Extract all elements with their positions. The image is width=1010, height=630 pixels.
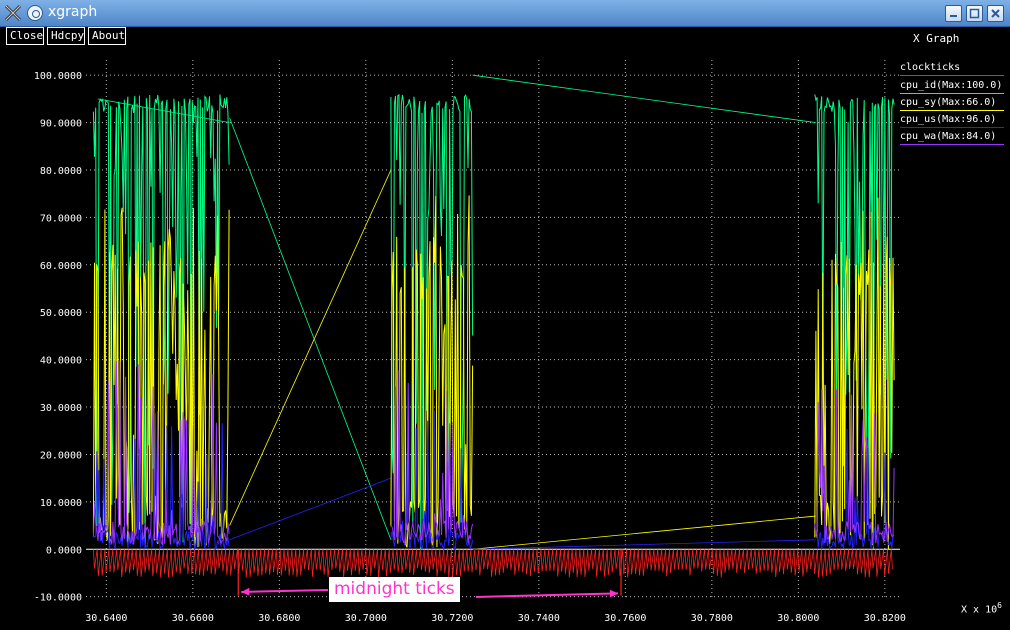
legend-label: cpu_wa(Max:84.0) xyxy=(900,131,997,142)
x-tick-label: 30.7600 xyxy=(604,613,646,624)
graph-title: X Graph xyxy=(913,32,960,45)
x-tick-label: 30.6600 xyxy=(172,613,214,624)
y-tick-label: 80.0000 xyxy=(40,166,82,177)
legend-label: cpu_sy(Max:66.0) xyxy=(900,97,997,108)
close-button[interactable]: Close xyxy=(6,27,44,45)
x-tick-label: 30.8000 xyxy=(777,613,819,624)
series-connector-line xyxy=(229,117,392,540)
annotation-arrowhead xyxy=(609,589,619,598)
midnight-ticks-annotation: midnight ticks xyxy=(329,577,460,602)
y-tick-label: -10.0000 xyxy=(34,593,82,604)
y-tick-label: 70.0000 xyxy=(40,213,82,224)
y-tick-label: 60.0000 xyxy=(40,261,82,272)
series-connector-line xyxy=(229,169,392,526)
x-tick-label: 30.7800 xyxy=(691,613,733,624)
hardcopy-button[interactable]: Hdcpy xyxy=(47,27,85,45)
x-tick-label: 30.7200 xyxy=(431,613,473,624)
x-axis-unit-label: X x 106 xyxy=(961,601,1002,616)
series-clockticks-trace xyxy=(93,549,893,578)
x-tick-label: 30.7000 xyxy=(345,613,387,624)
y-tick-label: 30.0000 xyxy=(40,403,82,414)
legend-item-cpu-wa: cpu_wa(Max:84.0) xyxy=(900,131,1004,145)
y-tick-label: 0.0000 xyxy=(46,545,82,556)
annotation-arrow xyxy=(241,589,329,593)
legend-swatch xyxy=(900,110,1004,111)
y-tick-label: 100.0000 xyxy=(34,71,82,82)
series-cpu-sy-trace xyxy=(814,197,895,550)
y-tick-label: 20.0000 xyxy=(40,450,82,461)
annotation-arrow xyxy=(475,592,619,598)
legend-swatch xyxy=(900,127,1004,128)
x-tick-label: 30.8200 xyxy=(864,613,906,624)
annotation-arrowhead xyxy=(241,587,250,596)
legend-item-cpu-id: cpu_id(Max:100.0) xyxy=(900,80,1004,94)
legend-item-cpu-sy: cpu_sy(Max:66.0) xyxy=(900,97,1004,111)
plot-area[interactable]: 30.6400 30.6600 30.6800 30.7000 30.7200 30.74… xyxy=(0,0,1010,630)
x-tick-label: 30.7400 xyxy=(518,613,560,624)
series-connector-line xyxy=(229,477,392,541)
legend-swatch xyxy=(900,144,1004,145)
series-connector-line xyxy=(472,74,816,123)
legend-label: cpu_id(Max:100.0) xyxy=(900,80,1003,91)
legend-item-clockticks: clockticks xyxy=(900,62,1004,76)
about-button[interactable]: About xyxy=(88,27,126,45)
legend-label: cpu_us(Max:96.0) xyxy=(900,114,997,125)
y-tick-label: 10.0000 xyxy=(40,498,82,509)
y-tick-label: 40.0000 xyxy=(40,356,82,367)
legend-label: clockticks xyxy=(900,62,961,73)
legend-swatch xyxy=(900,93,1004,94)
x-tick-label: 30.6800 xyxy=(258,613,300,624)
y-tick-label: 90.0000 xyxy=(40,119,82,130)
legend-swatch xyxy=(900,75,1004,76)
y-tick-label: 50.0000 xyxy=(40,308,82,319)
x-tick-label: 30.6400 xyxy=(85,613,127,624)
legend-item-cpu-us: cpu_us(Max:96.0) xyxy=(900,114,1004,128)
